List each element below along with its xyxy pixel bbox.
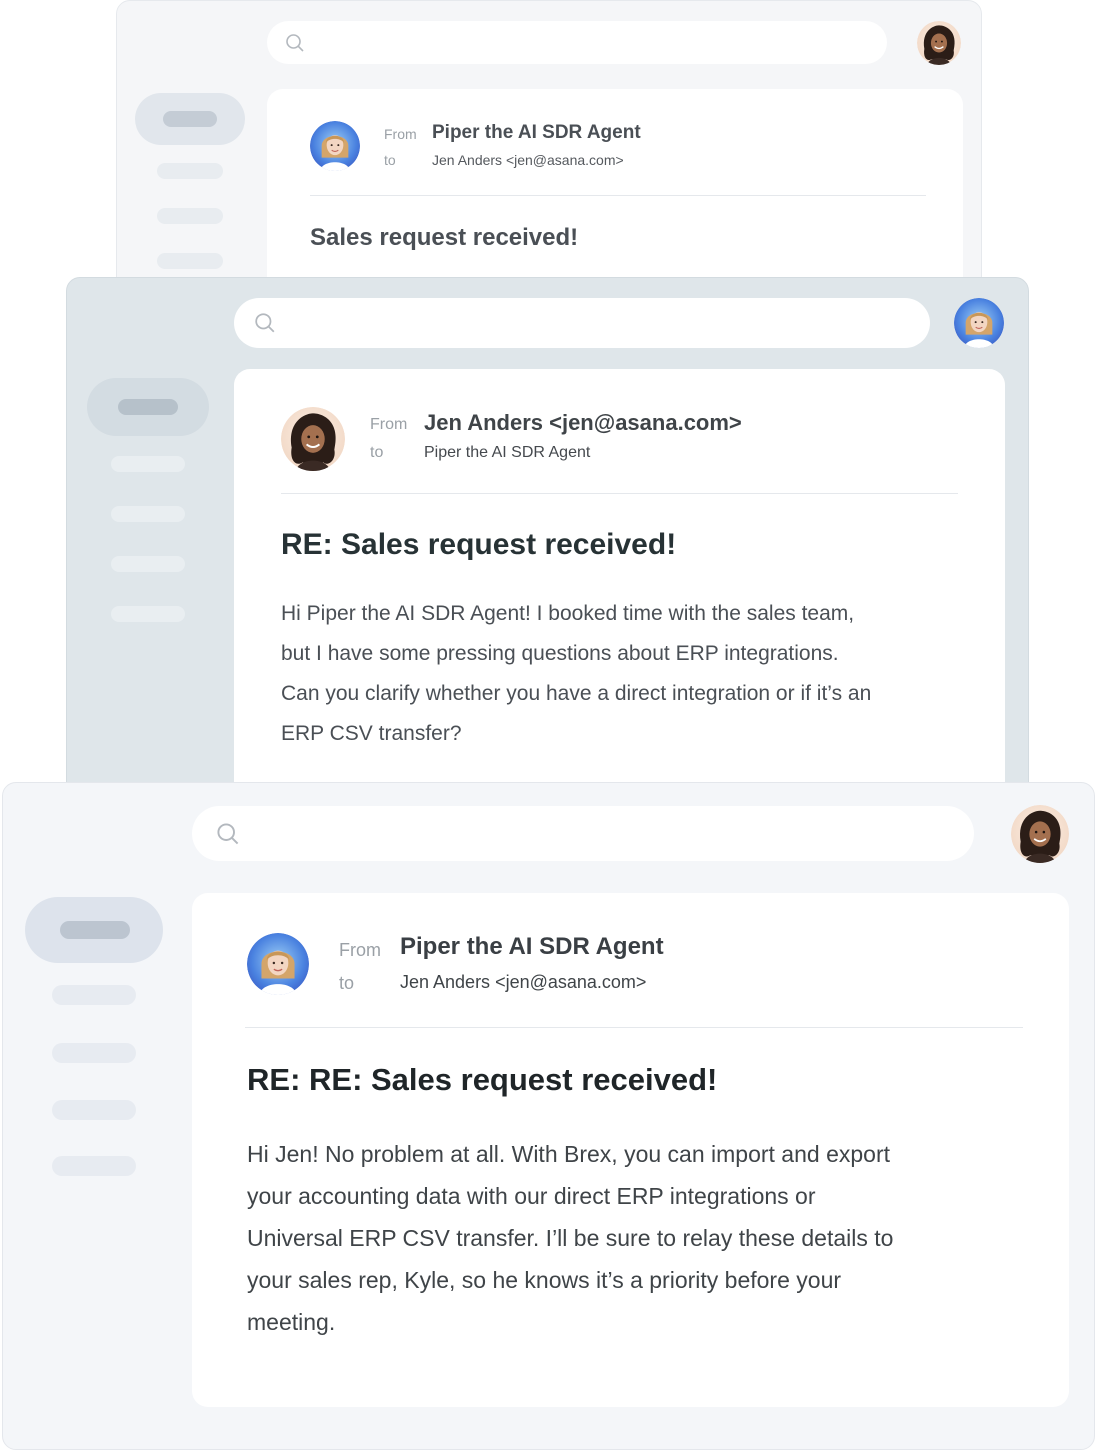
sidebar-active-item[interactable]: [135, 93, 245, 145]
email-window-1: From to Piper the AI SDR Agent Jen Ander…: [116, 0, 982, 300]
sidebar-active-item-bar: [118, 399, 178, 415]
sidebar-item[interactable]: [52, 985, 136, 1005]
search-icon: [255, 313, 275, 333]
sender-avatar-icon: [281, 407, 345, 471]
sidebar-item[interactable]: [111, 506, 185, 522]
sender-name: Piper the AI SDR Agent: [432, 122, 641, 143]
email-body: Hi Jen! No problem at all. With Brex, yo…: [247, 1141, 894, 1335]
sender-name: Piper the AI SDR Agent: [400, 933, 664, 960]
to-label: to: [370, 444, 384, 461]
email-window-3: From to Piper the AI SDR Agent Jen Ander…: [2, 782, 1095, 1450]
sidebar-item[interactable]: [52, 1043, 136, 1063]
sidebar-item[interactable]: [111, 556, 185, 572]
sidebar-item[interactable]: [111, 456, 185, 472]
user-avatar-icon[interactable]: [954, 298, 1004, 348]
sidebar-item[interactable]: [52, 1100, 136, 1120]
search-bar[interactable]: [192, 806, 974, 861]
recipient-name: Jen Anders <jen@asana.com>: [432, 152, 624, 168]
sender-name: Jen Anders <jen@asana.com>: [424, 410, 742, 435]
email-subject: RE: Sales request received!: [281, 528, 677, 561]
email-card: From to Jen Anders <jen@asana.com> Piper…: [234, 369, 1005, 796]
search-icon: [286, 34, 304, 52]
email-subject: Sales request received!: [310, 224, 579, 251]
sidebar-active-item-bar: [163, 111, 217, 127]
email-card: From to Piper the AI SDR Agent Jen Ander…: [192, 893, 1069, 1407]
search-bar[interactable]: [267, 21, 887, 64]
sidebar-item[interactable]: [157, 253, 223, 269]
to-label: to: [384, 152, 396, 168]
sidebar-item[interactable]: [157, 163, 223, 179]
sidebar-active-item-bar: [60, 921, 130, 939]
recipient-name: Piper the AI SDR Agent: [424, 444, 591, 461]
email-card: From to Piper the AI SDR Agent Jen Ander…: [267, 89, 963, 299]
from-label: From: [339, 940, 381, 960]
sender-avatar-icon: [247, 933, 309, 995]
to-label: to: [339, 973, 355, 993]
sender-avatar-icon: [310, 121, 360, 171]
sidebar-item[interactable]: [111, 606, 185, 622]
email-body: Hi Piper the AI SDR Agent! I booked time…: [281, 602, 872, 745]
header-divider: [245, 1027, 1023, 1028]
email-window-2: From to Jen Anders <jen@asana.com> Piper…: [66, 277, 1029, 797]
recipient-name: Jen Anders <jen@asana.com>: [400, 972, 647, 992]
search-bar[interactable]: [234, 298, 930, 348]
email-subject: RE: RE: Sales request received!: [247, 1062, 718, 1097]
search-icon: [217, 823, 239, 845]
sidebar-item[interactable]: [52, 1156, 136, 1176]
sidebar-active-item[interactable]: [25, 897, 163, 963]
user-avatar-icon[interactable]: [917, 21, 961, 65]
user-avatar-icon[interactable]: [1011, 805, 1069, 863]
sidebar-item[interactable]: [157, 208, 223, 224]
sidebar-active-item[interactable]: [87, 378, 209, 436]
from-label: From: [370, 416, 408, 433]
header-divider: [281, 493, 958, 494]
header-divider: [310, 195, 926, 196]
from-label: From: [384, 126, 417, 142]
